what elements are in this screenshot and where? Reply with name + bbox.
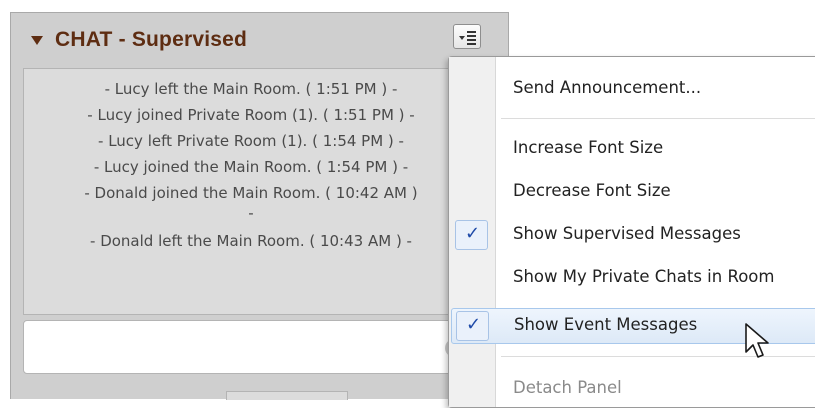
panel-header[interactable]: CHAT - Supervised	[11, 13, 508, 65]
chat-message: - Lucy joined the Main Room. ( 1:54 PM )…	[93, 158, 409, 176]
menu-item-detach-panel[interactable]: Detach Panel	[449, 371, 815, 407]
chat-message: - Lucy left Private Room (1). ( 1:54 PM …	[98, 132, 404, 150]
list-menu-icon	[467, 31, 476, 47]
menu-item-label: Decrease Font Size	[513, 181, 671, 200]
menu-item-increase-font-size[interactable]: Increase Font Size	[449, 131, 815, 167]
chat-message: - Donald left the Main Room. ( 10:43 AM …	[90, 232, 412, 250]
panel-title: CHAT - Supervised	[55, 28, 248, 51]
collapse-arrow-icon[interactable]	[31, 36, 43, 45]
menu-item-label: Show Event Messages	[514, 315, 698, 334]
checkmark-icon: ✓	[465, 223, 481, 244]
menu-separator	[501, 118, 815, 119]
checked-box: ✓	[456, 311, 489, 341]
mouse-pointer-icon	[745, 323, 769, 358]
chat-message: - Lucy joined Private Room (1). ( 1:51 P…	[87, 106, 415, 124]
menu-item-decrease-font-size[interactable]: Decrease Font Size	[449, 174, 815, 210]
menu-item-label: Show Supervised Messages	[513, 224, 741, 243]
menu-item-label: Show My Private Chats in Room	[513, 267, 775, 286]
menu-item-label: Detach Panel	[513, 378, 622, 397]
panel-footer	[11, 385, 508, 400]
menu-item-show-private-chats[interactable]: Show My Private Chats in Room	[449, 260, 815, 296]
chat-panel: CHAT - Supervised - Lucy left the Main R…	[10, 12, 509, 400]
menu-item-label: Increase Font Size	[513, 138, 664, 157]
caret-down-icon	[459, 36, 465, 40]
footer-tab[interactable]	[226, 391, 348, 400]
menu-item-label: Send Announcement...	[513, 78, 702, 97]
menu-item-show-supervised-messages[interactable]: ✓ Show Supervised Messages	[449, 217, 815, 253]
chat-input[interactable]	[23, 320, 479, 374]
chat-message-list[interactable]: - Lucy left the Main Room. ( 1:51 PM ) -…	[23, 68, 479, 315]
checkmark-icon: ✓	[466, 314, 482, 335]
panel-menu-button[interactable]	[453, 24, 481, 49]
chat-message-wrap: -	[248, 204, 254, 222]
checked-box: ✓	[455, 220, 488, 250]
chat-message: - Donald joined the Main Room. ( 10:42 A…	[84, 184, 418, 202]
menu-item-send-announcement[interactable]: Send Announcement...	[449, 71, 815, 107]
chat-message: - Lucy left the Main Room. ( 1:51 PM ) -	[104, 80, 398, 98]
